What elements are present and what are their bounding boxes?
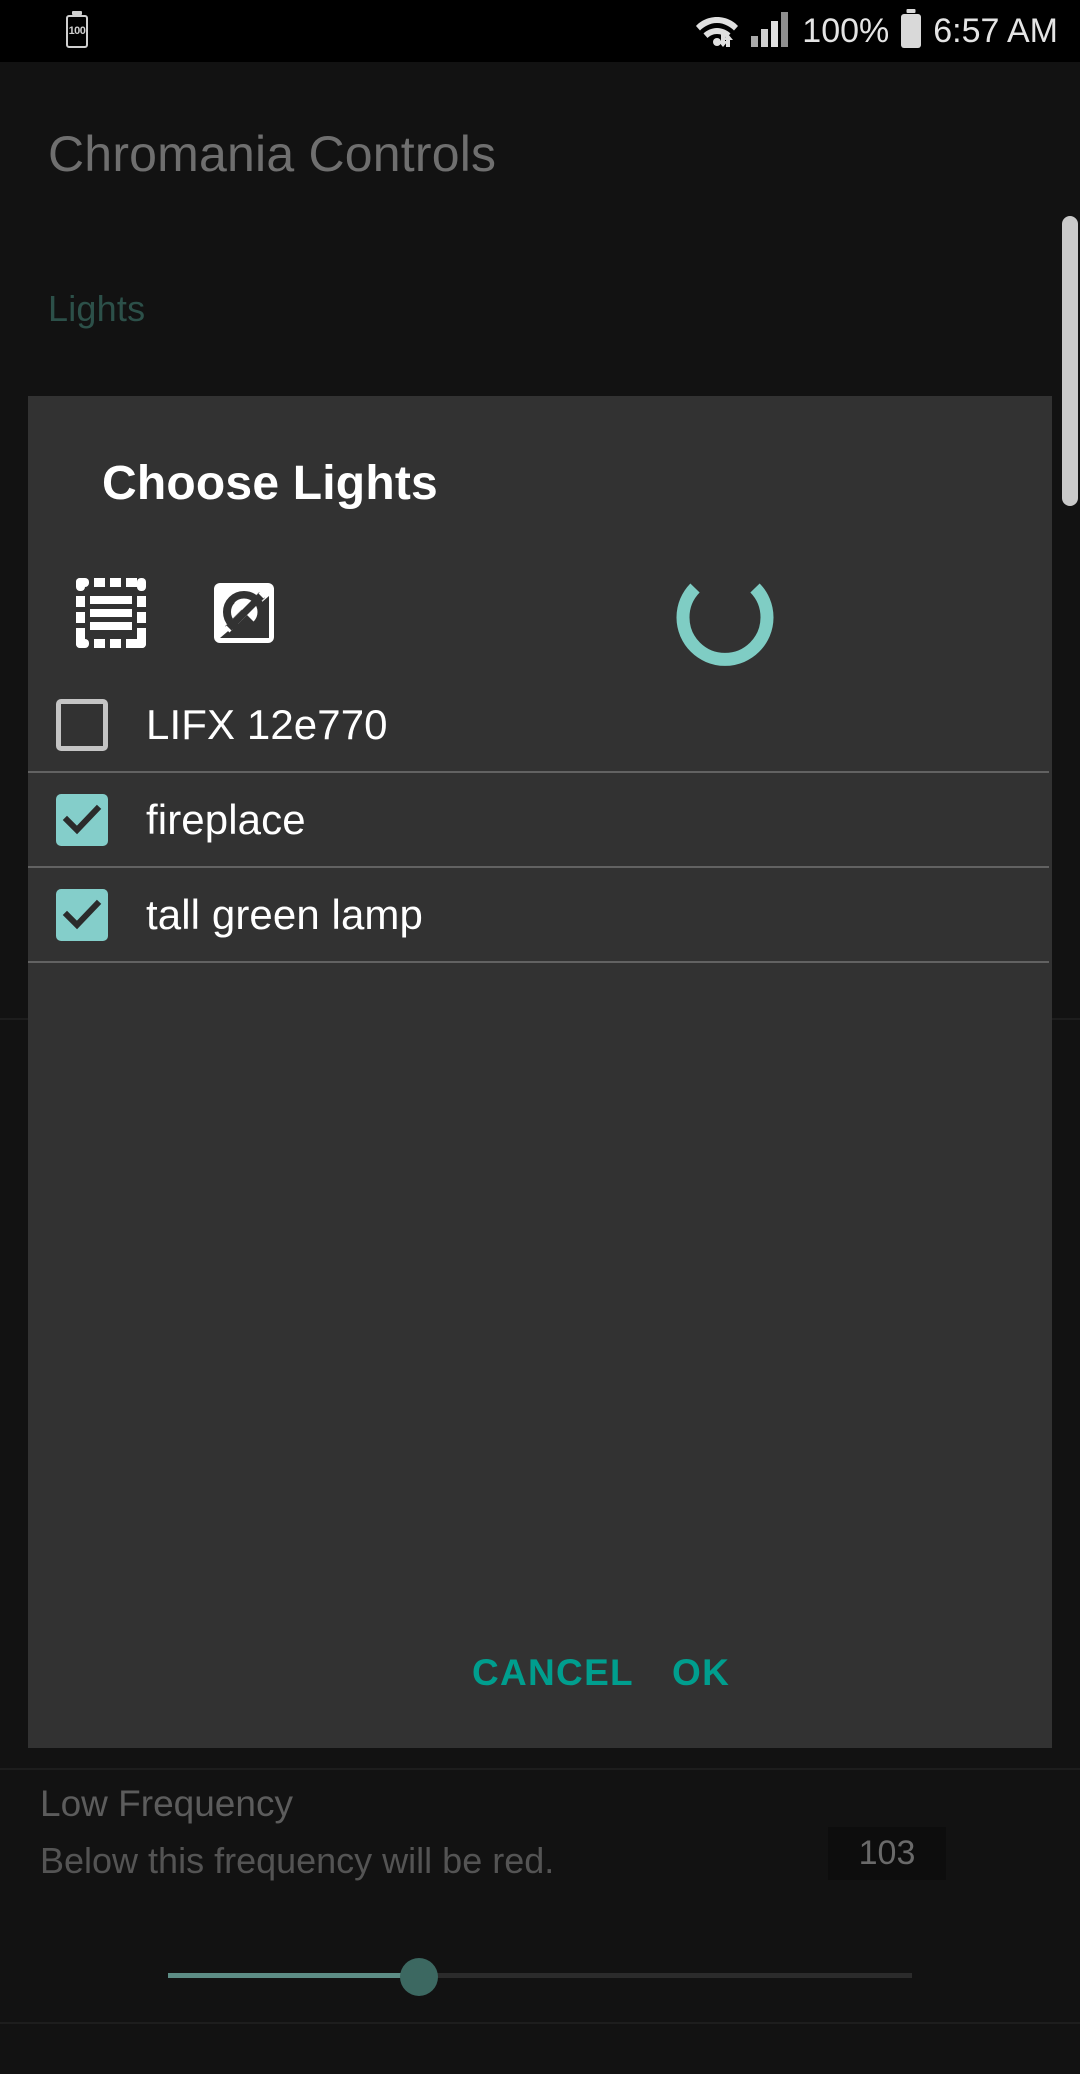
checkbox-checked[interactable] — [56, 793, 108, 846]
cell-signal-icon — [750, 10, 792, 53]
lights-list: LIFX 12e770 fireplace tall green lamp — [28, 678, 1052, 963]
list-item[interactable]: LIFX 12e770 — [28, 678, 1052, 771]
low-frequency-slider[interactable] — [168, 1940, 912, 2010]
dialog-title: Choose Lights — [102, 457, 438, 510]
list-divider — [28, 961, 1049, 963]
select-all-icon[interactable] — [72, 574, 150, 652]
low-frequency-title: Low Frequency — [40, 1783, 293, 1824]
select-none-icon[interactable] — [205, 574, 283, 652]
battery-full-icon — [901, 14, 922, 48]
clock-label: 6:57 AM — [933, 11, 1058, 50]
dialog-actions: CANCEL OK — [28, 1598, 1052, 1748]
battery-percent-label: 100% — [802, 11, 890, 50]
phone-screen: 100 100% 6:57 AM Chromania Controls Ligh… — [0, 0, 1080, 2074]
loading-spinner-icon — [673, 566, 777, 670]
background-divider — [0, 1768, 1080, 1770]
list-item-label: LIFX 12e770 — [146, 700, 388, 748]
low-frequency-subtitle: Below this frequency will be red. — [40, 1840, 555, 1881]
list-item-label: fireplace — [146, 795, 306, 843]
checkbox-checked[interactable] — [56, 888, 108, 941]
vertical-scrollbar-thumb[interactable] — [1062, 216, 1078, 506]
wifi-icon — [694, 9, 740, 54]
status-bar: 100 100% 6:57 AM — [0, 0, 1080, 62]
slider-track-fill — [168, 1973, 420, 1978]
section-header-lights: Lights — [48, 288, 146, 329]
choose-lights-dialog: Choose Lights LIFX 12e770 fireplace tall… — [28, 396, 1052, 1748]
slider-thumb[interactable] — [400, 1958, 438, 1996]
list-item-label: tall green lamp — [146, 890, 423, 938]
low-frequency-value[interactable]: 103 — [828, 1827, 946, 1880]
battery-notification-icon: 100 — [66, 14, 88, 48]
status-bar-right: 100% 6:57 AM — [694, 9, 1058, 54]
checkbox-unchecked[interactable] — [56, 698, 108, 751]
background-divider — [0, 2022, 1080, 2024]
battery-notification-label: 100 — [68, 25, 86, 37]
page-title: Chromania Controls — [48, 126, 497, 182]
cancel-button[interactable]: CANCEL — [456, 1640, 650, 1706]
dialog-toolbar — [28, 560, 1052, 670]
list-item[interactable]: fireplace — [28, 773, 1052, 866]
list-item[interactable]: tall green lamp — [28, 868, 1052, 961]
status-bar-left: 100 — [66, 14, 88, 48]
ok-button[interactable]: OK — [656, 1640, 746, 1706]
